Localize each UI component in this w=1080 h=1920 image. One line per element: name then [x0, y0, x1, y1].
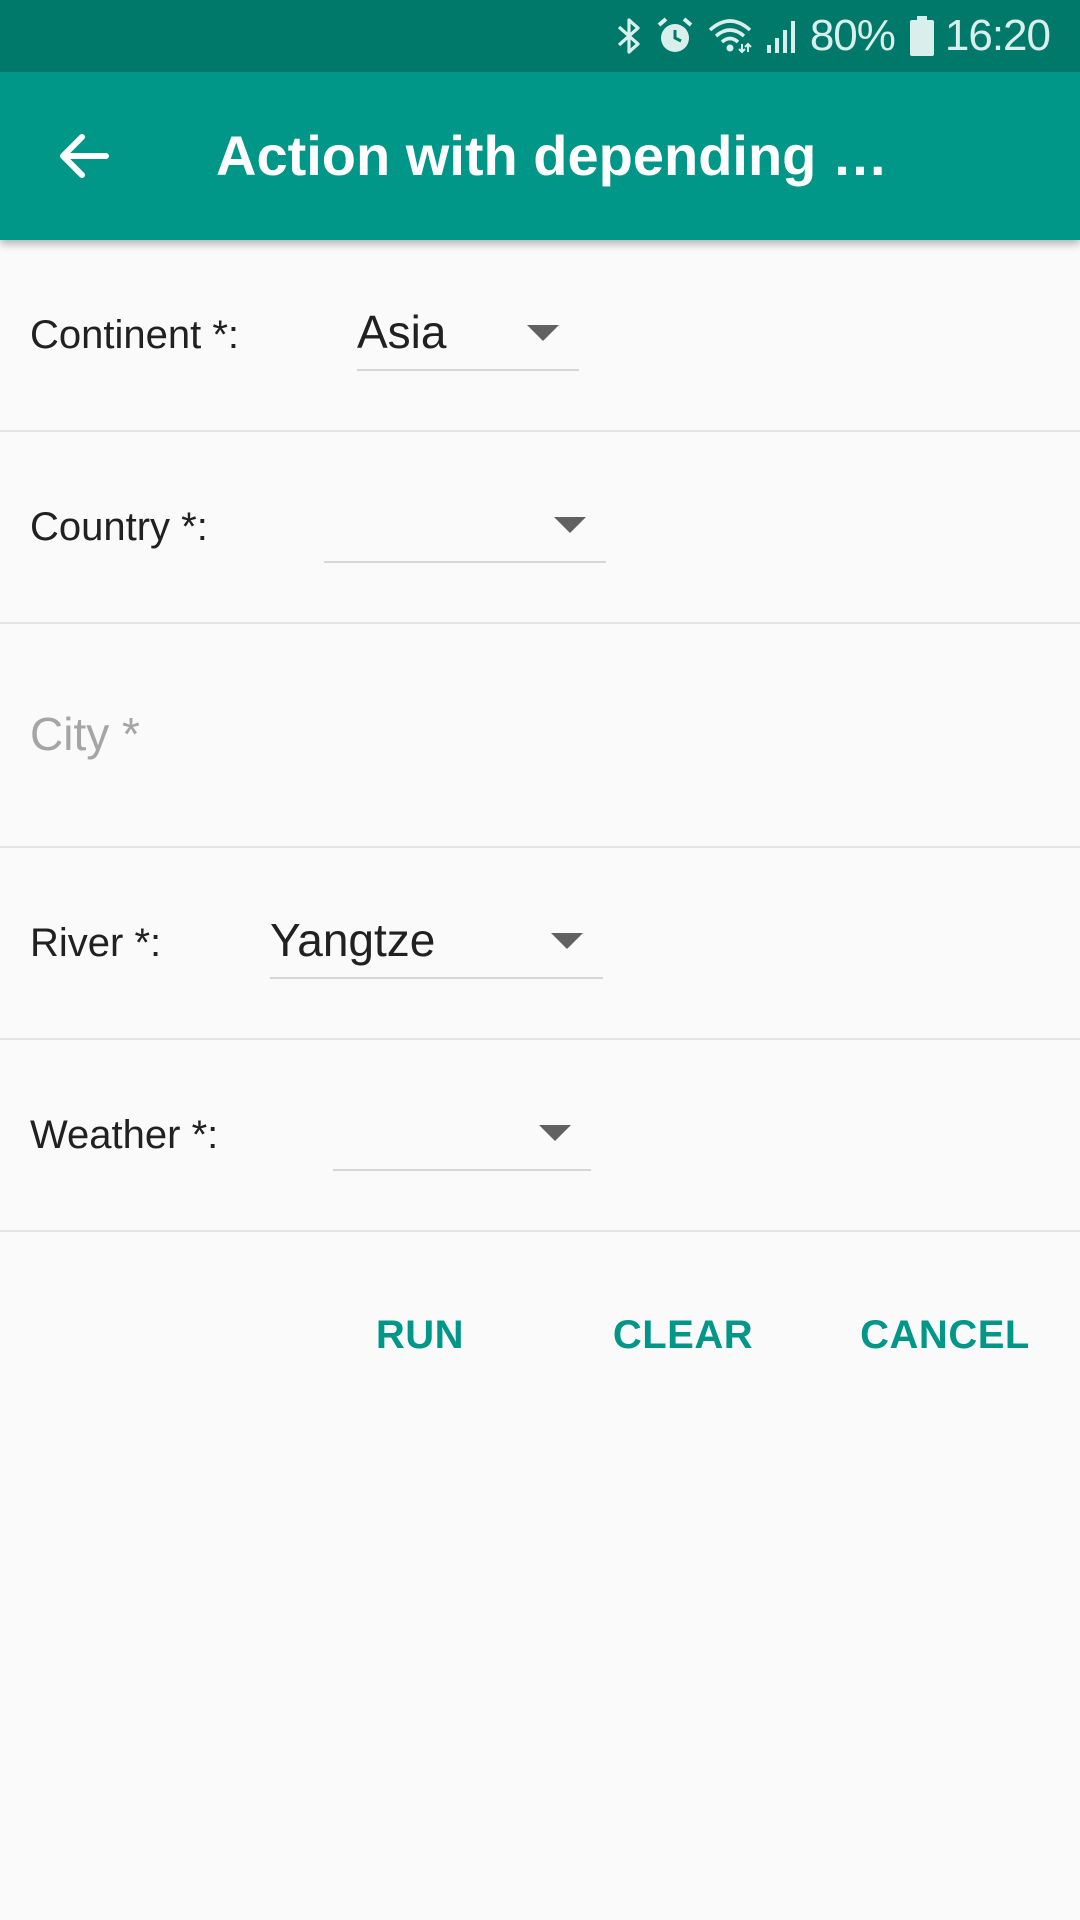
country-dropdown[interactable] — [324, 487, 606, 563]
cancel-button[interactable]: CANCEL — [855, 1280, 1035, 1390]
app-toolbar: Action with depending … — [0, 72, 1080, 240]
action-bar: RUN CLEAR CANCEL — [0, 1280, 1080, 1390]
bluetooth-icon — [616, 16, 642, 56]
weather-dropdown[interactable] — [333, 1095, 591, 1171]
dropdown-arrow-icon — [551, 933, 583, 949]
dropdown-arrow-icon — [527, 325, 559, 341]
clock: 16:20 — [944, 11, 1051, 60]
battery-icon — [909, 16, 935, 56]
continent-dropdown[interactable]: Asia — [357, 295, 579, 371]
status-bar: 80% 16:20 — [0, 0, 1080, 72]
country-label: Country *: — [30, 505, 208, 549]
city-row — [0, 624, 1080, 848]
clear-button[interactable]: CLEAR — [600, 1280, 766, 1390]
battery-percent: 80% — [809, 11, 896, 60]
arrow-left-icon — [60, 134, 109, 178]
run-button[interactable]: RUN — [350, 1280, 490, 1390]
country-row: Country *: — [0, 432, 1080, 624]
city-input[interactable] — [30, 664, 1030, 804]
river-label: River *: — [30, 921, 162, 965]
dropdown-arrow-icon — [554, 517, 586, 533]
dropdown-arrow-icon — [539, 1125, 571, 1141]
action-form: Continent *: Asia Country *: River *: Ya… — [0, 240, 1080, 1232]
river-value: Yangtze — [270, 914, 436, 966]
wifi-icon — [708, 18, 752, 54]
continent-value: Asia — [357, 306, 447, 358]
continent-label: Continent *: — [30, 313, 240, 357]
continent-row: Continent *: Asia — [0, 240, 1080, 432]
alarm-icon — [656, 16, 694, 56]
river-row: River *: Yangtze — [0, 848, 1080, 1040]
signal-icon — [766, 18, 800, 54]
page-title: Action with depending … — [216, 124, 888, 187]
weather-label: Weather *: — [30, 1113, 219, 1157]
back-button[interactable] — [36, 108, 132, 204]
river-dropdown[interactable]: Yangtze — [270, 903, 603, 979]
weather-row: Weather *: — [0, 1040, 1080, 1232]
